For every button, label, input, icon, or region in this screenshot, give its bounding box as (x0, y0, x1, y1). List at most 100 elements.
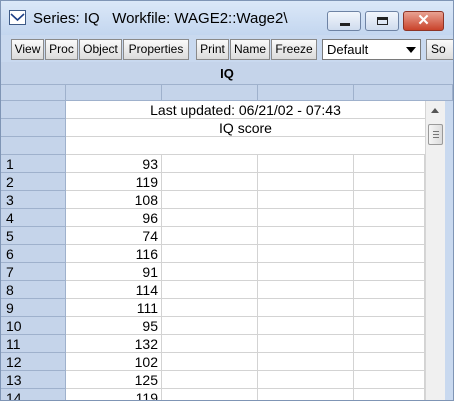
view-button[interactable]: View (11, 39, 44, 60)
value-cell[interactable]: 119 (66, 389, 162, 400)
empty-cell[interactable] (354, 227, 425, 245)
proc-button[interactable]: Proc (45, 39, 78, 60)
empty-cell[interactable] (354, 173, 425, 191)
grip-line (433, 131, 439, 132)
column-header[interactable] (258, 85, 354, 100)
value-cell[interactable]: 132 (66, 335, 162, 353)
row-header[interactable]: 13 (1, 371, 66, 389)
value-cell[interactable]: 114 (66, 281, 162, 299)
row-header[interactable]: 7 (1, 263, 66, 281)
empty-cell[interactable] (354, 245, 425, 263)
row-header[interactable]: 14 (1, 389, 66, 400)
empty-cell[interactable] (258, 389, 354, 400)
value-cell[interactable]: 102 (66, 353, 162, 371)
empty-cell[interactable] (162, 191, 258, 209)
vertical-scrollbar[interactable] (425, 101, 445, 400)
window-title: Series: IQ Workfile: WAGE2::Wage2\ (33, 10, 288, 27)
empty-cell[interactable] (354, 263, 425, 281)
value-cell[interactable]: 93 (66, 155, 162, 173)
print-button[interactable]: Print (196, 39, 229, 60)
object-button[interactable]: Object (79, 39, 122, 60)
empty-cell[interactable] (162, 227, 258, 245)
value-cell[interactable]: 74 (66, 227, 162, 245)
row-header[interactable] (1, 137, 66, 155)
value-cell[interactable]: 125 (66, 371, 162, 389)
freeze-button[interactable]: Freeze (271, 39, 317, 60)
empty-cell[interactable] (354, 281, 425, 299)
corner-header[interactable] (1, 85, 66, 100)
properties-button[interactable]: Properties (123, 39, 189, 60)
row-header[interactable]: 3 (1, 191, 66, 209)
empty-cell[interactable] (258, 173, 354, 191)
column-header[interactable] (66, 85, 162, 100)
empty-cell[interactable] (354, 389, 425, 400)
empty-cell[interactable] (162, 353, 258, 371)
empty-cell[interactable] (354, 155, 425, 173)
sort-button[interactable]: So (426, 39, 453, 60)
empty-cell[interactable] (258, 317, 354, 335)
row-header[interactable]: 10 (1, 317, 66, 335)
row-header[interactable]: 2 (1, 173, 66, 191)
empty-cell[interactable] (162, 173, 258, 191)
name-button[interactable]: Name (230, 39, 270, 60)
scrollbar-thumb[interactable] (428, 124, 443, 145)
row-header[interactable]: 9 (1, 299, 66, 317)
minimize-icon (340, 23, 350, 26)
maximize-button[interactable] (365, 11, 399, 31)
empty-cell[interactable] (258, 335, 354, 353)
empty-cell[interactable] (354, 353, 425, 371)
row-header[interactable]: 12 (1, 353, 66, 371)
title-bar[interactable]: Series: IQ Workfile: WAGE2::Wage2\ ✕ (1, 1, 453, 35)
row-header[interactable]: 11 (1, 335, 66, 353)
empty-cell[interactable] (354, 371, 425, 389)
empty-cell[interactable] (258, 371, 354, 389)
empty-cell[interactable] (162, 335, 258, 353)
empty-cell[interactable] (258, 155, 354, 173)
empty-cell[interactable] (162, 155, 258, 173)
value-cell[interactable]: 111 (66, 299, 162, 317)
empty-cell[interactable] (258, 263, 354, 281)
empty-cell[interactable] (162, 389, 258, 400)
empty-cell[interactable] (258, 209, 354, 227)
row-header[interactable]: 5 (1, 227, 66, 245)
empty-cell[interactable] (354, 209, 425, 227)
empty-cell[interactable] (258, 245, 354, 263)
row-header[interactable] (1, 101, 66, 119)
empty-cell[interactable] (258, 191, 354, 209)
empty-cell[interactable] (258, 299, 354, 317)
row-header[interactable] (1, 119, 66, 137)
empty-cell[interactable] (354, 317, 425, 335)
value-cell[interactable]: 91 (66, 263, 162, 281)
row-header[interactable]: 4 (1, 209, 66, 227)
empty-cell[interactable] (162, 371, 258, 389)
empty-cell[interactable] (258, 353, 354, 371)
row-header[interactable]: 1 (1, 155, 66, 173)
value-cell[interactable]: 116 (66, 245, 162, 263)
row-header[interactable]: 8 (1, 281, 66, 299)
empty-cell[interactable] (162, 209, 258, 227)
scroll-up-icon[interactable] (431, 108, 439, 113)
empty-cell[interactable] (354, 299, 425, 317)
empty-cell[interactable] (162, 245, 258, 263)
view-mode-dropdown[interactable]: Default (322, 39, 421, 60)
empty-cell[interactable] (258, 227, 354, 245)
table-row: 5 74 (1, 227, 425, 245)
value-cell[interactable]: 108 (66, 191, 162, 209)
value-cell[interactable]: 96 (66, 209, 162, 227)
column-header[interactable] (354, 85, 453, 100)
series-window: Series: IQ Workfile: WAGE2::Wage2\ ✕ Vie… (0, 0, 454, 401)
value-cell[interactable]: 95 (66, 317, 162, 335)
column-header[interactable] (162, 85, 258, 100)
value-cell[interactable]: 119 (66, 173, 162, 191)
description-row: IQ score (1, 119, 425, 137)
empty-cell[interactable] (354, 191, 425, 209)
empty-cell[interactable] (162, 299, 258, 317)
row-header[interactable]: 6 (1, 245, 66, 263)
close-button[interactable]: ✕ (403, 11, 444, 31)
empty-cell[interactable] (354, 335, 425, 353)
empty-cell[interactable] (162, 281, 258, 299)
empty-cell[interactable] (162, 317, 258, 335)
minimize-button[interactable] (327, 11, 361, 31)
empty-cell[interactable] (162, 263, 258, 281)
empty-cell[interactable] (258, 281, 354, 299)
